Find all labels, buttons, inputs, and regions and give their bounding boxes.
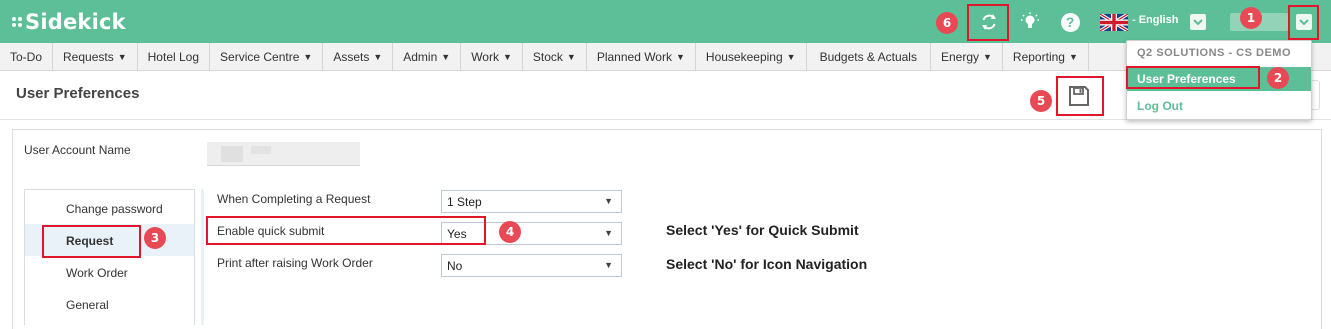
sidemenu-work-order[interactable]: Work Order	[25, 256, 194, 288]
lightbulb-icon[interactable]	[1019, 11, 1041, 33]
annotation-box-user-menu	[1288, 5, 1319, 40]
print-work-order-select[interactable]: No ▼	[441, 254, 622, 277]
chevron-down-icon: ▼	[117, 52, 127, 62]
app-name: Sidekick	[25, 10, 126, 34]
chevron-down-icon: ▼	[675, 52, 685, 62]
badge-3: 3	[144, 227, 166, 249]
annotation-box-user-preferences	[1126, 66, 1260, 89]
chevron-down-icon: ▼	[983, 52, 992, 62]
logo-dots-icon	[12, 17, 22, 27]
top-header: Sidekick ? - English	[0, 0, 1331, 43]
nav-budgets-actuals[interactable]: Budgets & Actuals	[807, 43, 931, 71]
badge-2: 2	[1267, 67, 1289, 89]
language-label[interactable]: - English	[1132, 14, 1178, 26]
language-chevron-down-icon[interactable]	[1190, 14, 1206, 30]
help-icon[interactable]: ?	[1059, 11, 1081, 33]
nav-requests[interactable]: Requests ▼	[53, 43, 138, 71]
chevron-down-icon: ▼	[566, 52, 576, 62]
uk-flag-icon[interactable]	[1100, 14, 1128, 31]
hint-icon-navigation: Select 'No' for Icon Navigation	[666, 256, 868, 272]
sidemenu-change-password[interactable]: Change password	[25, 192, 194, 224]
annotation-box-quick-submit	[206, 216, 486, 245]
nav-reporting[interactable]: Reporting ▼	[1003, 43, 1089, 71]
page-title: User Preferences	[16, 85, 140, 102]
menu-log-out[interactable]: Log Out	[1137, 99, 1183, 113]
user-account-field	[207, 142, 360, 166]
annotation-box-request	[42, 225, 141, 258]
nav-energy[interactable]: Energy ▼	[931, 43, 1003, 71]
annotation-box-save	[1056, 76, 1104, 116]
chevron-down-icon: ▼	[303, 52, 313, 62]
nav-todo[interactable]: To-Do	[0, 43, 54, 71]
nav-assets[interactable]: Assets ▼	[323, 43, 394, 71]
print-work-order-label: Print after raising Work Order	[217, 256, 373, 270]
company-name: Q2 SOLUTIONS - CS DEMO	[1137, 47, 1292, 59]
chevron-down-icon: ▼	[441, 52, 451, 62]
badge-6: 6	[936, 12, 958, 34]
sidemenu-general[interactable]: General	[25, 288, 194, 320]
chevron-down-icon: ▼	[786, 52, 796, 62]
nav-housekeeping[interactable]: Housekeeping ▼	[696, 43, 807, 71]
chevron-down-icon: ▼	[502, 52, 512, 62]
chevron-down-icon: ▼	[373, 52, 383, 62]
nav-planned-work[interactable]: Planned Work ▼	[587, 43, 696, 71]
dropdown-arrow-icon: ▼	[604, 260, 613, 270]
badge-1: 1	[1240, 7, 1262, 29]
completing-request-label: When Completing a Request	[217, 192, 371, 206]
badge-5: 5	[1030, 90, 1052, 112]
annotation-box-refresh	[967, 4, 1009, 41]
app-logo[interactable]: Sidekick	[12, 9, 126, 35]
nav-work[interactable]: Work ▼	[461, 43, 523, 71]
dropdown-arrow-icon: ▼	[604, 196, 613, 206]
dropdown-arrow-icon: ▼	[604, 228, 613, 238]
badge-4: 4	[499, 221, 521, 243]
completing-request-select[interactable]: 1 Step ▼	[441, 190, 622, 213]
toolbar-edge	[1312, 80, 1320, 110]
nav-stock[interactable]: Stock ▼	[523, 43, 587, 71]
section-divider	[201, 189, 204, 325]
nav-service-centre[interactable]: Service Centre ▼	[210, 43, 324, 71]
chevron-down-icon: ▼	[1068, 52, 1078, 62]
nav-admin[interactable]: Admin ▼	[393, 43, 462, 71]
user-account-label: User Account Name	[24, 143, 131, 157]
hint-quick-submit: Select 'Yes' for Quick Submit	[666, 222, 859, 238]
nav-hotel-log[interactable]: Hotel Log	[138, 43, 211, 71]
